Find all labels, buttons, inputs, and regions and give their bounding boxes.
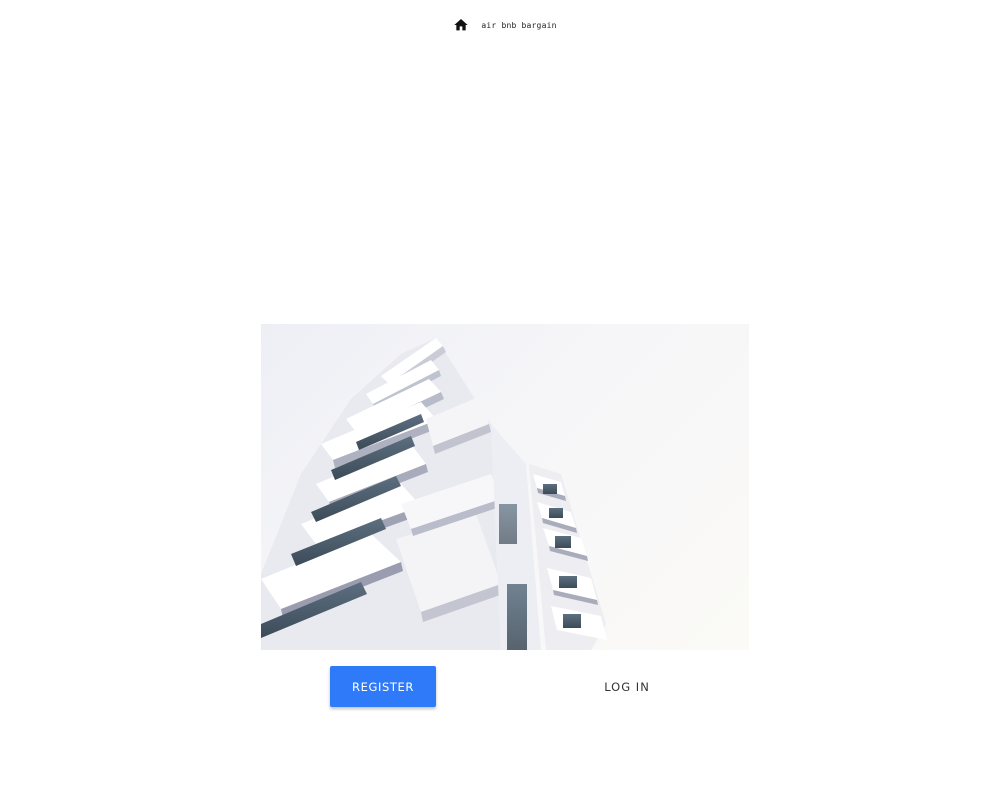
brand-name[interactable]: air bnb bargain: [481, 21, 556, 30]
brand-bar: air bnb bargain: [0, 16, 1000, 34]
register-button[interactable]: REGISTER: [330, 666, 436, 707]
login-button[interactable]: LOG IN: [587, 666, 667, 707]
auth-actions: REGISTER LOG IN: [261, 666, 749, 707]
home-icon[interactable]: [453, 17, 469, 33]
page: air bnb bargain REGISTER LOG IN: [0, 0, 1000, 800]
hero-image: [261, 324, 749, 650]
